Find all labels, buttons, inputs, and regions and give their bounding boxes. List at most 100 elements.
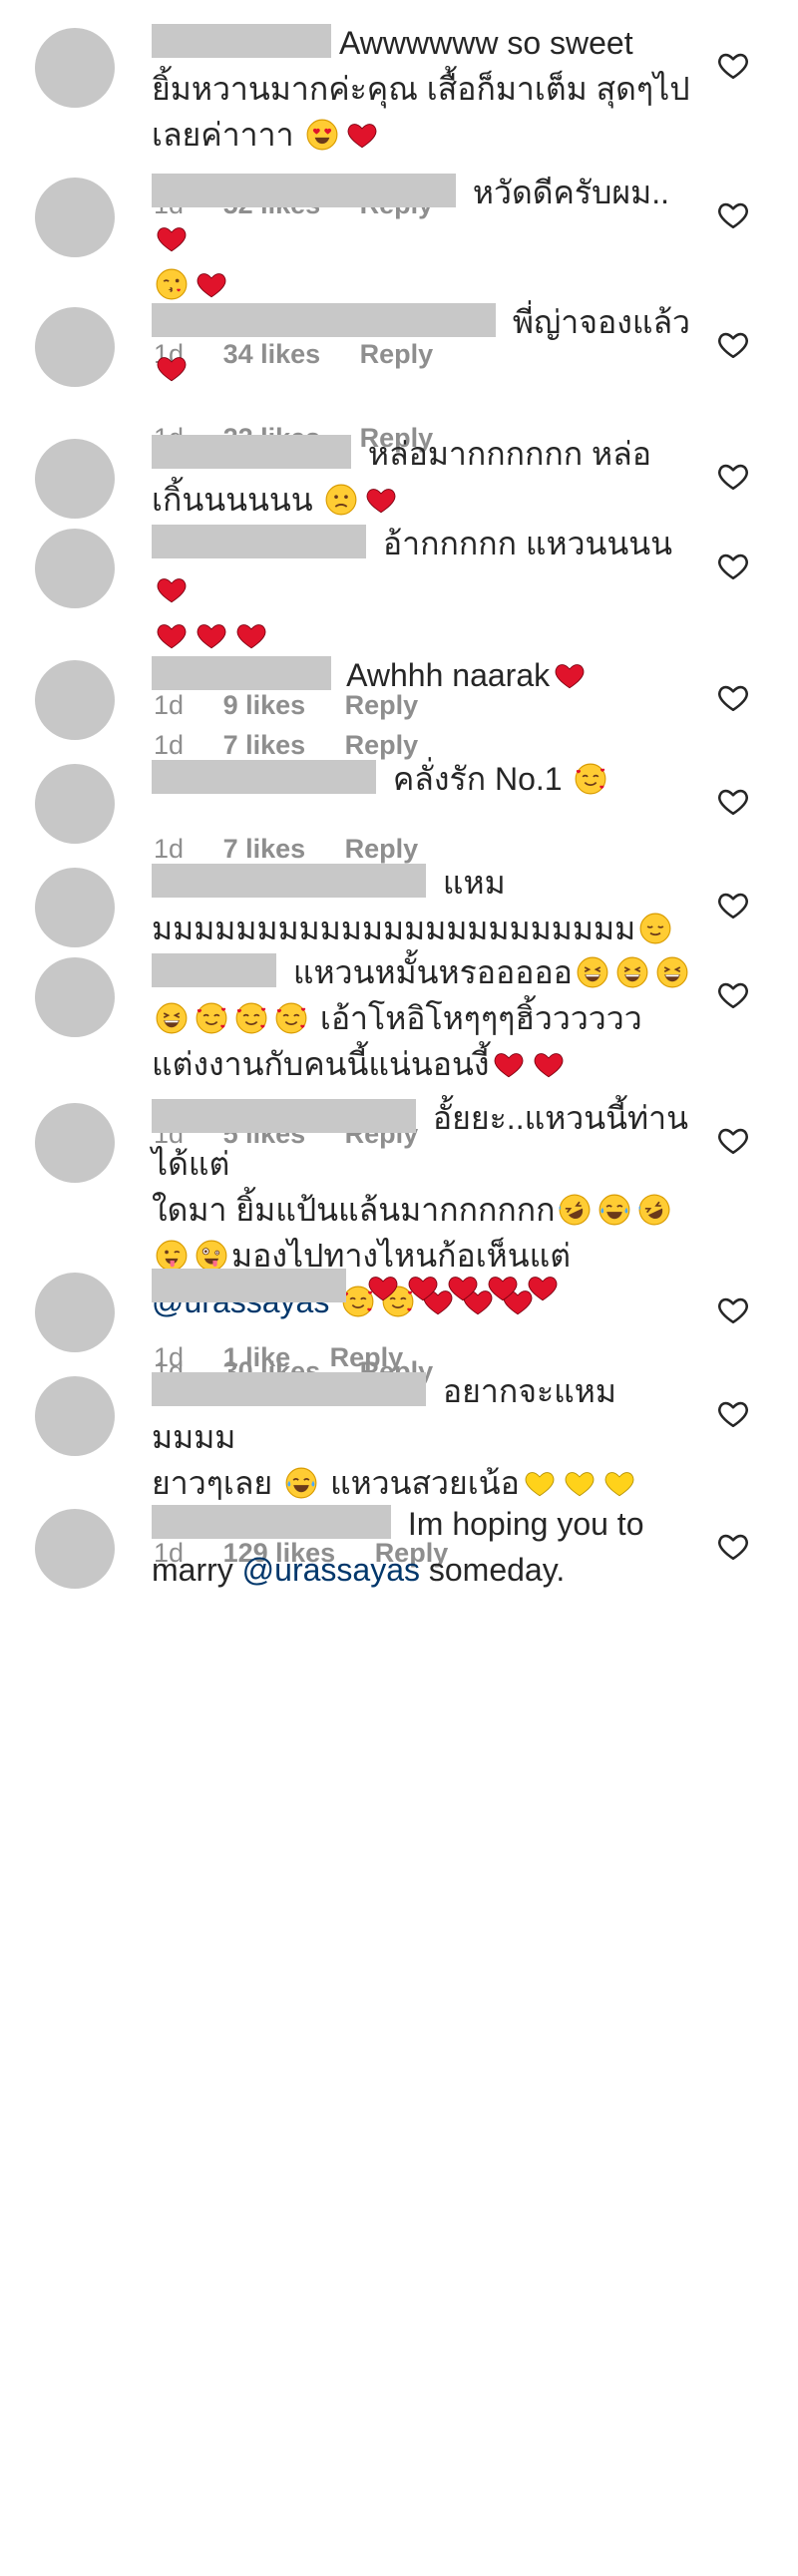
red-heart-icon [155,618,189,652]
comment-body: Awhhh naarak 1d 7 likes Reply [152,652,700,762]
like-heart-icon[interactable] [716,1123,750,1157]
like-heart-icon[interactable] [716,1529,750,1563]
comment-text-run: เอ้าโหอิโหๆๆๆฮิ้วววววว [311,1000,642,1036]
username-redacted[interactable] [152,303,496,337]
comment-text: หล่อมากกกกกก หล่อเกิ้นนนนนน [152,431,700,523]
comment-text-run: Awhhh naarak [339,657,551,693]
heart-eyes-icon [305,118,339,152]
red-heart-icon [195,267,228,301]
comment-text-run: ยาวๆเลย [152,1465,282,1501]
grin-squint-icon [576,955,609,989]
avatar[interactable] [35,868,115,947]
comment-text: Im hoping you to marry @urassayas someday… [152,1501,700,1593]
username-redacted[interactable] [152,174,456,207]
username-redacted[interactable] [152,1372,426,1406]
like-heart-icon[interactable] [716,977,750,1011]
like-heart-icon[interactable] [716,459,750,493]
username-redacted[interactable] [152,525,366,558]
comment-text-run: ยิ้มหวานมากค่ะคุณ เสื้อก็มาเต็ม สุดๆไป [152,71,690,107]
username-redacted[interactable] [152,760,376,794]
comment-text-run: แหวนหมั้นหรอออออ [284,954,573,990]
avatar[interactable] [35,1273,115,1352]
red-heart-icon [155,351,189,385]
comment-body: 1d 1 like Reply [152,1265,700,1374]
avatar[interactable] [35,1103,115,1183]
like-heart-icon[interactable] [716,197,750,231]
like-heart-icon[interactable] [716,680,750,714]
red-heart-icon [155,221,189,255]
username-redacted[interactable] [152,1505,391,1539]
red-heart-icon [526,1271,560,1304]
comment-body: คลั่งรัก No.1 1d 7 likes Reply [152,756,700,866]
comment-body: แหม มมมมมมมมมมมมมมมมมมมมมมม [152,860,700,951]
avatar[interactable] [35,660,115,740]
red-heart-icon [366,1271,400,1304]
comment-text-run: marry [152,1552,242,1588]
comment-text-run: พี่ญ่าจองแล้ว [504,304,691,340]
smiling-hearts-icon [234,1001,268,1035]
comment-text: อ้ากกกกก แหวนนนน [152,521,700,658]
like-heart-icon[interactable] [716,327,750,361]
comments-list: Awwwwww so sweet ยิ้มหวานมากค่ะคุณ เสื้อ… [0,0,798,2576]
avatar[interactable] [35,307,115,387]
username-redacted[interactable] [152,953,276,987]
comment-text: Awwwwww so sweet ยิ้มหวานมากค่ะคุณ เสื้อ… [152,20,700,158]
comment-text-run: Im hoping you to [399,1506,644,1542]
yellow-heart-icon [523,1466,557,1500]
avatar[interactable] [35,529,115,608]
avatar[interactable] [35,957,115,1037]
avatar[interactable] [35,1509,115,1589]
username-redacted[interactable] [152,1269,346,1302]
comment-text: แหวนหมั้นหรอออออ เอ้าโหอิโหๆๆๆฮิ้ววววววแ… [152,949,700,1087]
comment-body: Im hoping you to marry @urassayas someday… [152,1501,700,1593]
comment-text-run: someday. [419,1552,566,1588]
username-redacted[interactable] [152,24,331,58]
comment-text-run: หล่อมากกกกกก หล่อ [359,436,651,472]
username-redacted[interactable] [152,864,426,898]
comment-body: หล่อมากกกกกก หล่อเกิ้นนนนนน [152,431,700,523]
red-heart-icon [195,618,228,652]
comment-text: พี่ญ่าจองแล้ว [152,299,700,391]
username-redacted[interactable] [152,435,351,469]
like-heart-icon[interactable] [716,784,750,818]
rofl-icon [558,1193,592,1227]
like-heart-icon[interactable] [716,1396,750,1430]
comment-text-run: แหม [434,865,506,901]
comment-text-run: เกิ้นนนนนน [152,482,322,518]
grin-squint-icon [155,1001,189,1035]
red-heart-icon [532,1047,566,1081]
comment-text-run [354,1270,363,1305]
like-heart-icon[interactable] [716,1292,750,1326]
avatar[interactable] [35,764,115,844]
tears-joy-icon [284,1466,318,1500]
comment-text: อยากจะแหมมมมม ยาวๆเลย แหวนสวยเน้อ [152,1368,700,1506]
username-redacted[interactable] [152,656,331,690]
red-heart-icon [406,1271,440,1304]
avatar[interactable] [35,28,115,108]
mention-link[interactable]: @urassayas [242,1552,420,1588]
avatar[interactable] [35,439,115,519]
sad-face-icon [324,483,358,517]
like-heart-icon[interactable] [716,48,750,82]
comment-text: Awhhh naarak [152,652,700,698]
username-redacted[interactable] [152,1099,416,1133]
smiling-hearts-icon [195,1001,228,1035]
avatar[interactable] [35,178,115,257]
red-heart-icon [155,572,189,606]
yellow-heart-icon [602,1466,636,1500]
comment-text-run: แหวนสวยเน้อ [321,1465,520,1501]
comment-text [152,1265,700,1310]
comment-text: คลั่งรัก No.1 [152,756,700,802]
yellow-heart-icon [563,1466,597,1500]
red-heart-icon [486,1271,520,1304]
comment-text-run: แต่งงานกับคนนี้แน่นอนงี้ [152,1046,490,1082]
red-heart-icon [234,618,268,652]
relieved-icon [638,912,672,945]
red-heart-icon [446,1271,480,1304]
like-heart-icon[interactable] [716,888,750,921]
rofl-icon [637,1193,671,1227]
comment-text-run: หวัดดีครับผม.. [464,175,670,210]
like-heart-icon[interactable] [716,549,750,582]
red-heart-icon [492,1047,526,1081]
avatar[interactable] [35,1376,115,1456]
